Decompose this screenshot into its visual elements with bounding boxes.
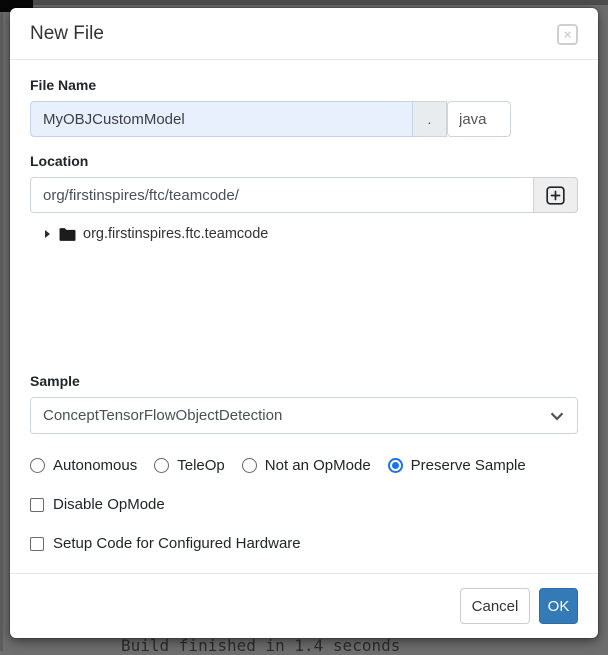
- cancel-button[interactable]: Cancel: [460, 588, 530, 624]
- checkbox-icon[interactable]: [30, 498, 44, 512]
- console-log-text: Build finished in 1.4 seconds: [121, 636, 400, 655]
- radio-icon[interactable]: [30, 458, 45, 473]
- radio-label: Not an OpMode: [265, 457, 371, 474]
- add-folder-button[interactable]: [534, 177, 578, 213]
- radio-label: TeleOp: [177, 457, 225, 474]
- caret-right-icon[interactable]: [45, 230, 50, 238]
- radio-label: Preserve Sample: [411, 457, 526, 474]
- checkbox-label: Disable OpMode: [53, 496, 165, 513]
- close-icon[interactable]: ×: [557, 24, 578, 45]
- dialog-footer: Cancel OK: [10, 573, 598, 638]
- backdrop-left-band: [0, 0, 3, 651]
- file-name-label: File Name: [30, 77, 578, 93]
- tree-item-teamcode[interactable]: org.firstinspires.ftc.teamcode: [45, 226, 578, 242]
- dialog-title: New File: [30, 23, 104, 45]
- checkbox-disable-opmode[interactable]: Disable OpMode: [30, 496, 578, 513]
- radio-icon[interactable]: [154, 458, 169, 473]
- ok-button[interactable]: OK: [539, 588, 578, 624]
- radio-label: Autonomous: [53, 457, 137, 474]
- file-name-input-group: .: [30, 101, 511, 137]
- file-extension-separator: .: [413, 101, 447, 137]
- sample-select[interactable]: ConceptTensorFlowObjectDetection: [30, 397, 578, 434]
- checkbox-icon[interactable]: [30, 537, 44, 551]
- plus-square-icon: [546, 186, 565, 205]
- file-extension-input[interactable]: [447, 101, 511, 137]
- location-tree: org.firstinspires.ftc.teamcode: [30, 213, 578, 373]
- checkbox-setup-code[interactable]: Setup Code for Configured Hardware: [30, 535, 578, 552]
- radio-selected-icon[interactable]: [388, 458, 403, 473]
- folder-icon: [59, 227, 76, 242]
- backdrop-top-band: [0, 0, 608, 5]
- checkbox-label: Setup Code for Configured Hardware: [53, 535, 301, 552]
- radio-teleop[interactable]: TeleOp: [154, 457, 225, 474]
- chevron-down-icon: [550, 412, 564, 421]
- tree-item-label: org.firstinspires.ftc.teamcode: [83, 226, 268, 242]
- sample-selected-value: ConceptTensorFlowObjectDetection: [43, 407, 282, 424]
- dialog-body: File Name . Location: [10, 60, 598, 573]
- new-file-dialog: New File × File Name . Location: [10, 8, 598, 638]
- location-input-group: [30, 177, 578, 213]
- radio-not-an-opmode[interactable]: Not an OpMode: [242, 457, 371, 474]
- location-input[interactable]: [30, 177, 534, 213]
- location-label: Location: [30, 153, 578, 169]
- radio-autonomous[interactable]: Autonomous: [30, 457, 137, 474]
- radio-preserve-sample[interactable]: Preserve Sample: [388, 457, 526, 474]
- sample-label: Sample: [30, 373, 578, 389]
- opmode-type-radio-group: Autonomous TeleOp Not an OpMode Preserve…: [30, 457, 578, 474]
- dialog-header: New File ×: [10, 8, 598, 60]
- radio-icon[interactable]: [242, 458, 257, 473]
- file-name-input[interactable]: [30, 101, 413, 137]
